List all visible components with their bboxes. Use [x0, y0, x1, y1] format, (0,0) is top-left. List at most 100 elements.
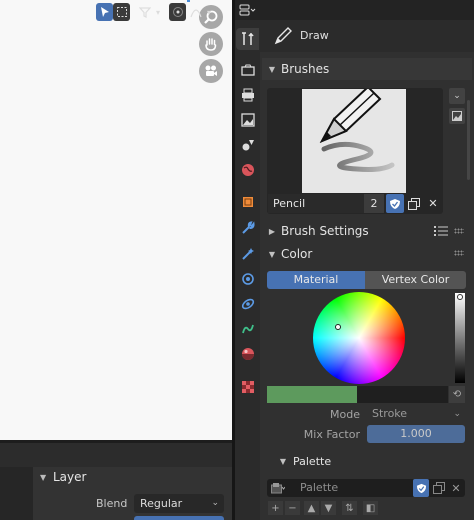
wrench-icon: [241, 221, 255, 234]
render-camera-back-icon: [240, 64, 255, 76]
tab-effects[interactable]: [236, 243, 259, 265]
swap-color-icon[interactable]: ⟲: [449, 386, 465, 403]
falloff-curve-icon[interactable]: [188, 3, 204, 21]
blend-mode-select[interactable]: Regular ⌄: [134, 494, 224, 513]
proportional-edit-icon[interactable]: [169, 3, 186, 21]
falloff-dropdown-chevron-icon[interactable]: ▾: [204, 3, 214, 21]
brushes-panel-title: Brushes: [281, 62, 330, 76]
tab-output[interactable]: [236, 84, 259, 106]
layer-panel-title[interactable]: Layer: [53, 470, 86, 484]
add-color-plus-icon[interactable]: +: [268, 501, 283, 515]
mode-label: Mode: [330, 408, 360, 421]
tool-wrench-screwdriver-icon: [241, 32, 254, 45]
fake-user-shield-icon[interactable]: [386, 194, 404, 213]
brush-list-dropdown-icon[interactable]: ⌄: [449, 88, 465, 104]
object-square-icon: [242, 197, 253, 207]
filter-dropdown-chevron-icon[interactable]: ▾: [153, 3, 163, 21]
grease-pencil-stroke-icon: [241, 324, 254, 334]
shader-fx-icon: [241, 248, 254, 260]
tab-physics[interactable]: [236, 268, 259, 290]
sort-colors-icon[interactable]: ⇅: [342, 501, 357, 515]
layer-collapse-icon[interactable]: ▼: [40, 473, 46, 482]
duplicate-brush-icon[interactable]: [405, 194, 423, 213]
brush-name-field[interactable]: Pencil: [268, 194, 364, 213]
pan-hand-icon[interactable]: [199, 32, 223, 56]
select-cursor-icon[interactable]: [96, 3, 113, 21]
printer-icon: [241, 88, 254, 102]
tab-material[interactable]: [236, 343, 259, 365]
palette-panel-title: Palette: [293, 454, 332, 468]
move-color-up-icon[interactable]: ▲: [304, 501, 319, 515]
palette-name-field[interactable]: Palette: [300, 479, 338, 497]
brush-users-count[interactable]: 2: [364, 194, 384, 213]
collapse-triangle-icon: ▼: [268, 249, 276, 259]
value-slider-handle[interactable]: [457, 294, 463, 300]
mode-value: Stroke: [372, 407, 408, 420]
list-options-icon[interactable]: [434, 225, 448, 237]
tab-render[interactable]: [236, 59, 259, 81]
properties-scrollbar[interactable]: [467, 100, 470, 180]
value-slider[interactable]: [455, 293, 465, 383]
active-tool-name: Draw: [300, 29, 329, 42]
image-icon: [240, 113, 255, 127]
brush-image-icon[interactable]: [449, 108, 465, 124]
palette-unlink-close-icon[interactable]: ✕: [448, 479, 464, 497]
filter-icon[interactable]: [137, 3, 153, 21]
brushes-panel-header[interactable]: ▼ Brushes: [262, 58, 472, 80]
editor-type-icon[interactable]: [236, 0, 259, 20]
extract-colors-icon[interactable]: ◧: [363, 501, 378, 515]
drag-grip-icon[interactable]: [454, 250, 464, 256]
color-wheel[interactable]: [313, 292, 405, 384]
tab-world[interactable]: [236, 159, 259, 181]
tab-vertex-color[interactable]: Vertex Color: [365, 271, 466, 289]
constraint-link-icon: [241, 298, 254, 310]
tab-tool-settings[interactable]: [236, 28, 259, 50]
opacity-slider[interactable]: [134, 516, 224, 520]
tab-object-data[interactable]: [236, 318, 259, 340]
remove-color-minus-icon[interactable]: −: [285, 501, 300, 515]
tab-material-color[interactable]: Material: [267, 271, 365, 289]
camera-view-icon[interactable]: [199, 59, 223, 83]
viewport[interactable]: [0, 0, 232, 440]
tab-object[interactable]: [236, 191, 259, 213]
viewport-edge-marker: [187, 0, 190, 2]
pencil-brush-preview-icon: [319, 85, 395, 172]
color-wheel-cursor[interactable]: [335, 324, 341, 330]
tab-constraints[interactable]: [236, 293, 259, 315]
color-panel-title: Color: [281, 247, 313, 261]
scene-shapes-icon: [242, 140, 254, 151]
tab-modifiers[interactable]: [236, 217, 259, 239]
box-select-icon[interactable]: [113, 3, 130, 21]
pen-tool-icon: [273, 26, 293, 46]
drag-grip-icon[interactable]: [454, 228, 464, 234]
palette-panel-header[interactable]: ▼ Palette: [262, 450, 472, 472]
expand-triangle-icon: ▶: [268, 226, 276, 236]
layer-editor-header: [0, 443, 232, 467]
tab-texture[interactable]: [236, 376, 259, 398]
move-color-down-icon[interactable]: ▼: [321, 501, 336, 515]
blend-mode-value: Regular: [140, 497, 183, 510]
properties-header: [260, 0, 474, 20]
mix-factor-slider[interactable]: 1.000: [367, 425, 465, 443]
tab-view-layer[interactable]: [236, 109, 259, 131]
chevron-down-icon: ⌄: [211, 498, 219, 508]
collapse-triangle-icon: ▼: [268, 64, 276, 74]
blend-label: Blend: [96, 497, 128, 510]
collapse-triangle-icon: ▼: [279, 456, 287, 466]
palette-browse-icon[interactable]: [270, 479, 286, 497]
mix-factor-label: Mix Factor: [303, 428, 360, 441]
physics-orbit-icon: [241, 273, 254, 285]
chevron-down-icon: ⌄: [453, 409, 461, 419]
color-panel-header[interactable]: ▼ Color: [262, 243, 472, 265]
world-globe-icon: [241, 164, 254, 176]
material-sphere-icon: [241, 348, 254, 360]
checker-texture-icon: [241, 381, 254, 393]
palette-new-icon[interactable]: [431, 479, 447, 497]
unlink-brush-close-icon[interactable]: ✕: [424, 194, 442, 213]
color-swatch[interactable]: [267, 386, 357, 403]
palette-fake-user-icon[interactable]: [413, 479, 429, 497]
brush-thumbnail[interactable]: [302, 85, 406, 193]
brush-settings-panel-title: Brush Settings: [281, 224, 369, 238]
mode-select[interactable]: Stroke ⌄: [367, 405, 465, 423]
tab-scene[interactable]: [236, 134, 259, 156]
